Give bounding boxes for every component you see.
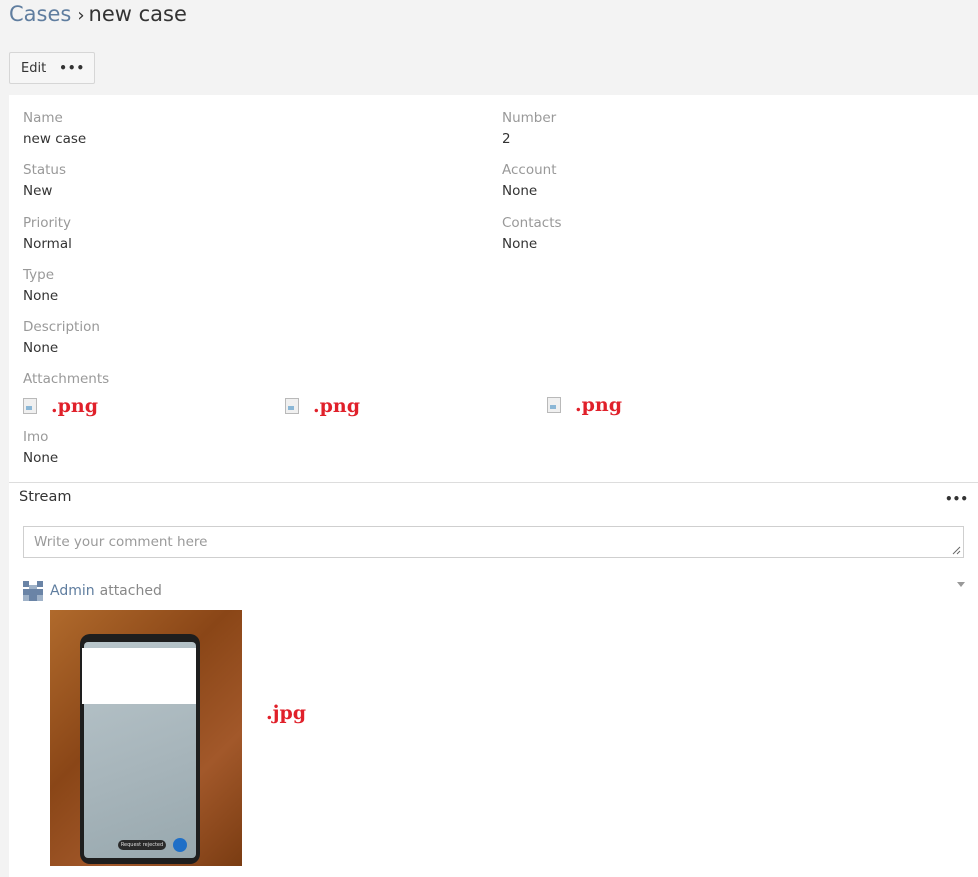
breadcrumb-cases-link[interactable]: Cases bbox=[9, 2, 71, 26]
chevron-down-icon[interactable] bbox=[957, 582, 965, 588]
attachment-item[interactable]: .png bbox=[23, 395, 98, 417]
description-label: Description bbox=[23, 319, 100, 335]
broken-image-icon bbox=[547, 397, 561, 413]
section-divider bbox=[9, 482, 978, 483]
stream-title: Stream bbox=[19, 489, 72, 505]
account-value: None bbox=[502, 183, 538, 199]
status-label: Status bbox=[23, 162, 67, 178]
number-label: Number bbox=[502, 110, 557, 126]
more-actions-button[interactable]: ••• bbox=[57, 53, 94, 83]
attachment-filename[interactable]: .png bbox=[313, 395, 360, 417]
page-title: new case bbox=[88, 2, 187, 26]
fab-icon bbox=[173, 838, 187, 852]
attached-photo[interactable]: Request rejected bbox=[50, 610, 242, 866]
broken-image-icon bbox=[285, 398, 299, 414]
stream-more-button[interactable]: ••• bbox=[945, 492, 968, 506]
attachment-item[interactable]: .png bbox=[547, 394, 622, 416]
edit-button[interactable]: Edit bbox=[10, 53, 57, 83]
account-label: Account bbox=[502, 162, 557, 178]
imo-value: None bbox=[23, 450, 59, 466]
attachment-item[interactable]: .png bbox=[285, 395, 360, 417]
priority-label: Priority bbox=[23, 215, 72, 231]
broken-image-icon bbox=[23, 398, 37, 414]
attachment-filename[interactable]: .png bbox=[575, 394, 622, 416]
note-user-link[interactable]: Admin bbox=[50, 583, 95, 599]
stream-note: Admin attached bbox=[23, 581, 162, 601]
imo-label: Imo bbox=[23, 429, 49, 445]
detail-panel: Name new case Number 2 Status New Accoun… bbox=[9, 95, 978, 877]
breadcrumb-separator: › bbox=[77, 5, 85, 26]
description-value: None bbox=[23, 340, 59, 356]
priority-value: Normal bbox=[23, 236, 72, 252]
redaction-box bbox=[82, 648, 196, 704]
breadcrumb: Cases › new case bbox=[9, 2, 187, 26]
name-value: new case bbox=[23, 131, 87, 147]
contacts-value: None bbox=[502, 236, 538, 252]
phone-image: Request rejected bbox=[80, 634, 200, 864]
note-action-text: attached bbox=[99, 583, 162, 599]
type-label: Type bbox=[23, 267, 55, 283]
attachment-filename[interactable]: .png bbox=[51, 395, 98, 417]
number-value: 2 bbox=[502, 131, 511, 147]
attachment-filename[interactable]: .jpg bbox=[266, 702, 306, 724]
toast-text: Request rejected bbox=[118, 840, 166, 850]
action-button-group: Edit ••• bbox=[9, 52, 96, 84]
comment-box bbox=[23, 526, 964, 558]
type-value: None bbox=[23, 288, 59, 304]
attachments-label: Attachments bbox=[23, 371, 110, 387]
comment-input[interactable] bbox=[24, 527, 963, 557]
avatar-icon bbox=[23, 581, 43, 601]
name-label: Name bbox=[23, 110, 63, 126]
resize-handle-icon[interactable] bbox=[952, 546, 961, 555]
status-value: New bbox=[23, 183, 53, 199]
contacts-label: Contacts bbox=[502, 215, 562, 231]
